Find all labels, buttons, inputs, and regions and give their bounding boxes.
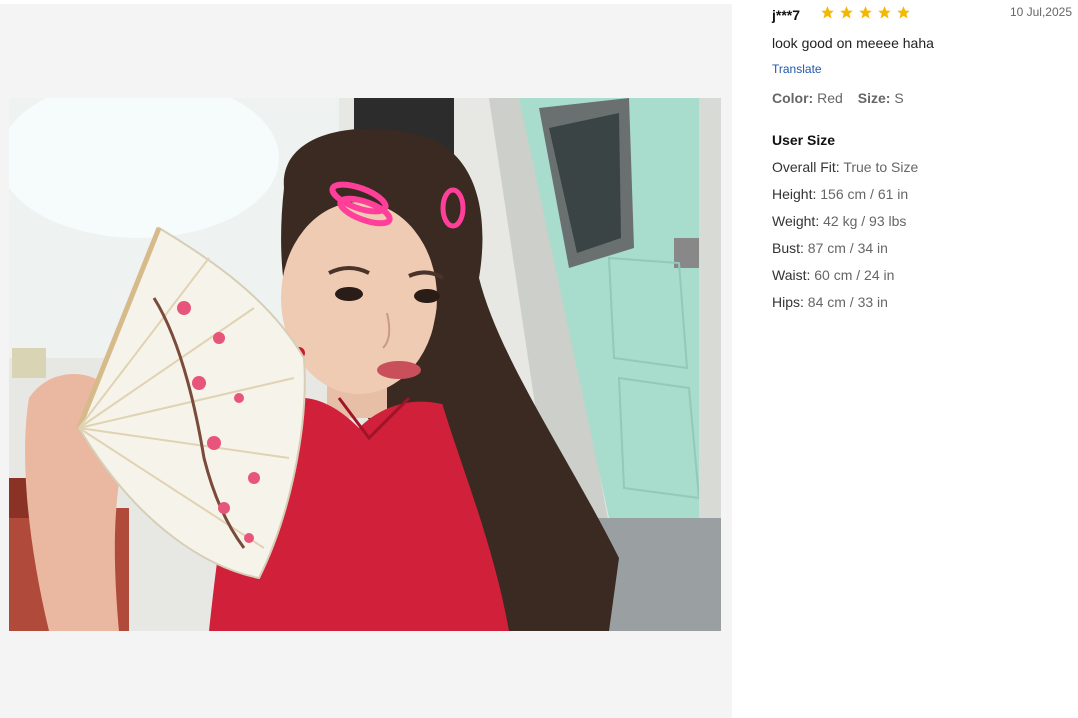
- size-row-weight: Weight: 42 kg / 93 lbs: [772, 213, 918, 240]
- star-icon: [877, 5, 892, 21]
- attribute-key: Size:: [857, 90, 891, 106]
- reviewer-username: j***7: [772, 7, 801, 23]
- review-date: 10 Jul,2025: [1009, 5, 1072, 19]
- size-row-hips: Hips: 84 cm / 33 in: [772, 294, 918, 321]
- size-key: Waist:: [772, 267, 811, 283]
- star-icon: [820, 5, 835, 21]
- attribute-value: S: [894, 90, 904, 106]
- star-icon: [858, 5, 873, 21]
- size-key: Hips:: [772, 294, 804, 310]
- star-icon: [896, 5, 911, 21]
- user-size-list: Overall Fit: True to Size Height: 156 cm…: [772, 159, 918, 321]
- color-attribute: Color: Red: [772, 90, 843, 106]
- size-attribute: Size: S: [858, 90, 904, 106]
- attribute-key: Color:: [772, 90, 814, 106]
- review-photo-panel: [0, 4, 732, 718]
- size-value: 42 kg / 93 lbs: [823, 213, 907, 229]
- size-value: True to Size: [843, 159, 919, 175]
- size-value: 156 cm / 61 in: [820, 186, 909, 202]
- review-photo[interactable]: [9, 98, 721, 631]
- review-header: j***7 10 Jul,2025: [772, 4, 1072, 24]
- translate-link[interactable]: Translate: [772, 62, 822, 76]
- review-details: j***7 10 Jul,2025 look good on meeee hah…: [772, 0, 1072, 718]
- attribute-value: Red: [817, 90, 843, 106]
- user-size-title: User Size: [772, 132, 836, 148]
- size-key: Weight:: [772, 213, 820, 229]
- size-row-waist: Waist: 60 cm / 24 in: [772, 267, 918, 294]
- size-value: 60 cm / 24 in: [814, 267, 895, 283]
- size-key: Overall Fit:: [772, 159, 840, 175]
- size-key: Height:: [772, 186, 817, 202]
- size-value: 84 cm / 33 in: [807, 294, 888, 310]
- size-row-height: Height: 156 cm / 61 in: [772, 186, 918, 213]
- review-comment: look good on meeee haha: [772, 35, 934, 51]
- size-row-bust: Bust: 87 cm / 34 in: [772, 240, 918, 267]
- star-rating: [820, 5, 911, 21]
- size-value: 87 cm / 34 in: [807, 240, 888, 256]
- size-row-overall-fit: Overall Fit: True to Size: [772, 159, 918, 186]
- star-icon: [839, 5, 854, 21]
- size-key: Bust:: [772, 240, 804, 256]
- product-attributes: Color: Red Size: S: [772, 90, 904, 106]
